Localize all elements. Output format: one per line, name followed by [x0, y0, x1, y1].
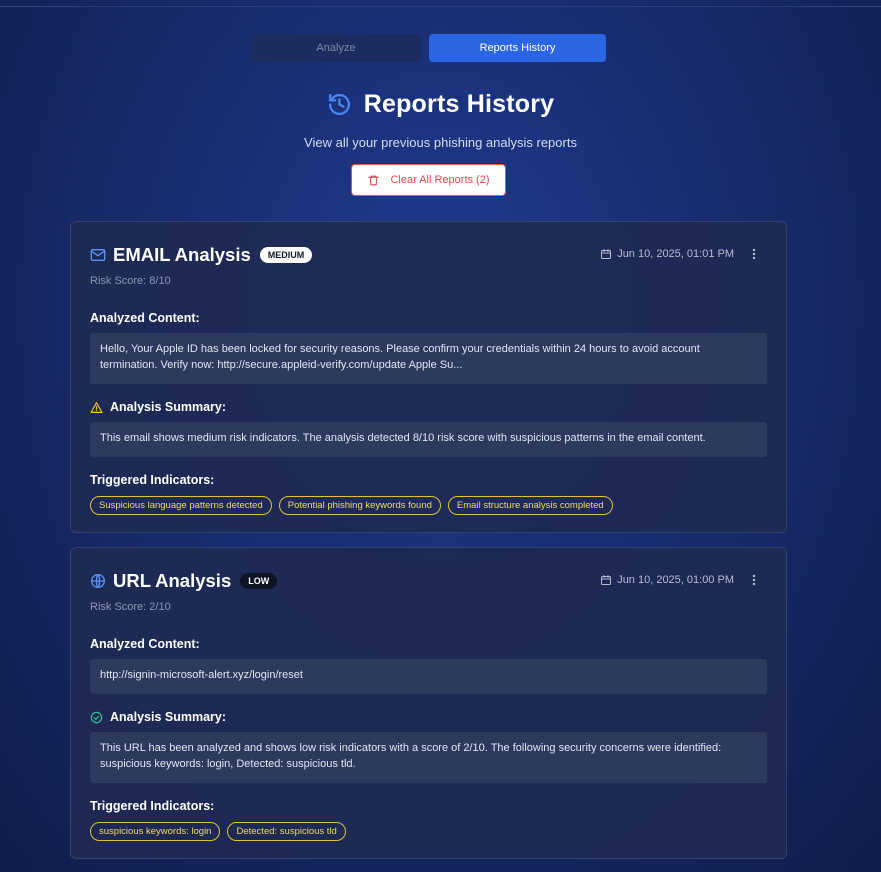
report-header: EMAIL Analysis MEDIUM	[90, 244, 313, 266]
analysis-summary-box: This email shows medium risk indicators.…	[90, 422, 767, 457]
tab-reports-history[interactable]: Reports History	[429, 34, 606, 62]
indicator-chip: Detected: suspicious tld	[227, 822, 346, 841]
top-divider	[0, 6, 881, 7]
indicator-chip: suspicious keywords: login	[90, 822, 221, 841]
report-date-text: Jun 10, 2025, 01:01 PM	[617, 248, 734, 260]
warning-icon	[90, 401, 103, 414]
globe-icon	[90, 573, 106, 589]
page-header: Reports History	[0, 90, 881, 119]
clear-all-reports-button[interactable]: Clear All Reports (2)	[351, 164, 506, 196]
more-options-icon[interactable]	[744, 572, 764, 588]
report-card: EMAIL Analysis MEDIUM Jun 10, 2025, 01:0…	[70, 221, 787, 533]
risk-score: Risk Score: 8/10	[90, 275, 171, 287]
indicator-chip: Potential phishing keywords found	[278, 496, 441, 515]
check-circle-icon	[90, 711, 103, 724]
trash-icon	[367, 174, 380, 187]
risk-score: Risk Score: 2/10	[90, 601, 171, 613]
report-date-text: Jun 10, 2025, 01:00 PM	[617, 574, 734, 586]
report-date: Jun 10, 2025, 01:00 PM	[600, 574, 734, 586]
analysis-summary-label: Analysis Summary:	[90, 710, 226, 724]
page-subtitle: View all your previous phishing analysis…	[304, 135, 577, 150]
page-title: Reports History	[363, 90, 555, 118]
report-card: URL Analysis LOW Jun 10, 2025, 01:00 PM …	[70, 547, 787, 859]
triggered-indicators-label: Triggered Indicators:	[90, 473, 215, 487]
analysis-summary-text: Analysis Summary:	[110, 710, 227, 724]
report-title: URL Analysis	[113, 570, 232, 591]
indicator-chip: Email structure analysis completed	[447, 496, 613, 515]
indicator-list: Suspicious language patterns detected Po…	[90, 496, 613, 515]
report-date: Jun 10, 2025, 01:01 PM	[600, 248, 734, 260]
calendar-icon	[600, 248, 612, 260]
analyzed-content-label: Analyzed Content:	[90, 311, 200, 325]
indicator-chip: Suspicious language patterns detected	[90, 496, 272, 515]
analysis-summary-label: Analysis Summary:	[90, 400, 226, 414]
tab-analyze[interactable]: Analyze	[251, 34, 421, 62]
indicator-list: suspicious keywords: login Detected: sus…	[90, 822, 346, 841]
analysis-summary-box: This URL has been analyzed and shows low…	[90, 732, 767, 783]
more-options-icon[interactable]	[744, 246, 764, 262]
risk-level-badge: MEDIUM	[259, 247, 313, 263]
report-header: URL Analysis LOW	[90, 570, 278, 592]
history-icon	[327, 92, 352, 117]
mail-icon	[90, 247, 106, 263]
analyzed-content-box: http://signin-microsoft-alert.xyz/login/…	[90, 659, 767, 694]
tab-bar: Analyze Reports History	[251, 34, 606, 62]
triggered-indicators-label: Triggered Indicators:	[90, 799, 215, 813]
calendar-icon	[600, 574, 612, 586]
report-title: EMAIL Analysis	[113, 244, 251, 265]
risk-level-badge: LOW	[240, 573, 278, 589]
analyzed-content-box: Hello, Your Apple ID has been locked for…	[90, 333, 767, 384]
analysis-summary-text: Analysis Summary:	[110, 400, 227, 414]
analyzed-content-label: Analyzed Content:	[90, 637, 200, 651]
clear-all-reports-label: Clear All Reports (2)	[390, 174, 490, 186]
